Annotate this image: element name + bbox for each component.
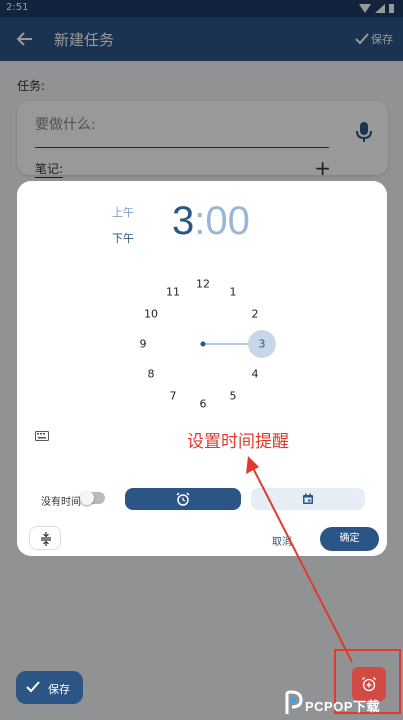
am-option[interactable]: 上午 bbox=[112, 200, 134, 226]
dial-number-10[interactable]: 10 bbox=[144, 308, 158, 321]
check-icon bbox=[26, 681, 40, 693]
toggle-knob bbox=[80, 491, 94, 505]
no-time-toggle[interactable] bbox=[80, 491, 105, 505]
time-separator: : bbox=[194, 199, 206, 243]
dial-number-11[interactable]: 11 bbox=[166, 286, 180, 299]
dial-number-2[interactable]: 2 bbox=[252, 308, 259, 321]
time-display: 3:00 bbox=[172, 199, 250, 244]
dial-number-5[interactable]: 5 bbox=[230, 390, 237, 403]
compress-icon bbox=[41, 532, 51, 546]
dial-number-9[interactable]: 9 bbox=[140, 338, 147, 351]
pm-option[interactable]: 下午 bbox=[112, 226, 134, 252]
bottom-save-button[interactable]: 保存 bbox=[16, 671, 83, 704]
compress-button[interactable] bbox=[29, 526, 61, 550]
hour-display[interactable]: 3 bbox=[172, 199, 194, 243]
dial-number-3[interactable]: 3 bbox=[259, 338, 266, 351]
dial-number-1[interactable]: 1 bbox=[230, 286, 237, 299]
dial-number-4[interactable]: 4 bbox=[252, 368, 259, 381]
no-time-label: 没有时间 bbox=[41, 497, 81, 508]
bottom-save-label: 保存 bbox=[48, 683, 70, 696]
dial-number-8[interactable]: 8 bbox=[148, 368, 155, 381]
minute-display[interactable]: 00 bbox=[205, 199, 250, 243]
cancel-button[interactable]: 取消 bbox=[272, 533, 292, 548]
dial-number-12[interactable]: 12 bbox=[196, 278, 210, 291]
alarm-icon bbox=[176, 492, 190, 506]
clock-dial[interactable]: 12 1 2 3 4 5 6 7 8 9 10 11 bbox=[121, 269, 281, 419]
calendar-tab-button[interactable] bbox=[251, 488, 365, 510]
alarm-tab-button[interactable] bbox=[125, 488, 241, 510]
annotation-text: 设置时间提醒 bbox=[187, 432, 289, 452]
watermark-text: PCPOP下载 bbox=[305, 699, 381, 714]
time-picker-dialog: 上午 下午 3:00 12 1 2 3 4 5 6 7 8 9 10 11 没有… bbox=[17, 181, 387, 556]
keyboard-icon[interactable] bbox=[35, 431, 49, 441]
pcpop-logo-icon bbox=[285, 690, 303, 714]
dial-number-6[interactable]: 6 bbox=[200, 398, 207, 411]
watermark: PCPOP下载 bbox=[283, 690, 403, 720]
calendar-icon bbox=[303, 493, 313, 504]
ok-button[interactable]: 确定 bbox=[320, 527, 379, 551]
am-pm-selector: 上午 下午 bbox=[112, 200, 134, 252]
dial-number-7[interactable]: 7 bbox=[170, 390, 177, 403]
